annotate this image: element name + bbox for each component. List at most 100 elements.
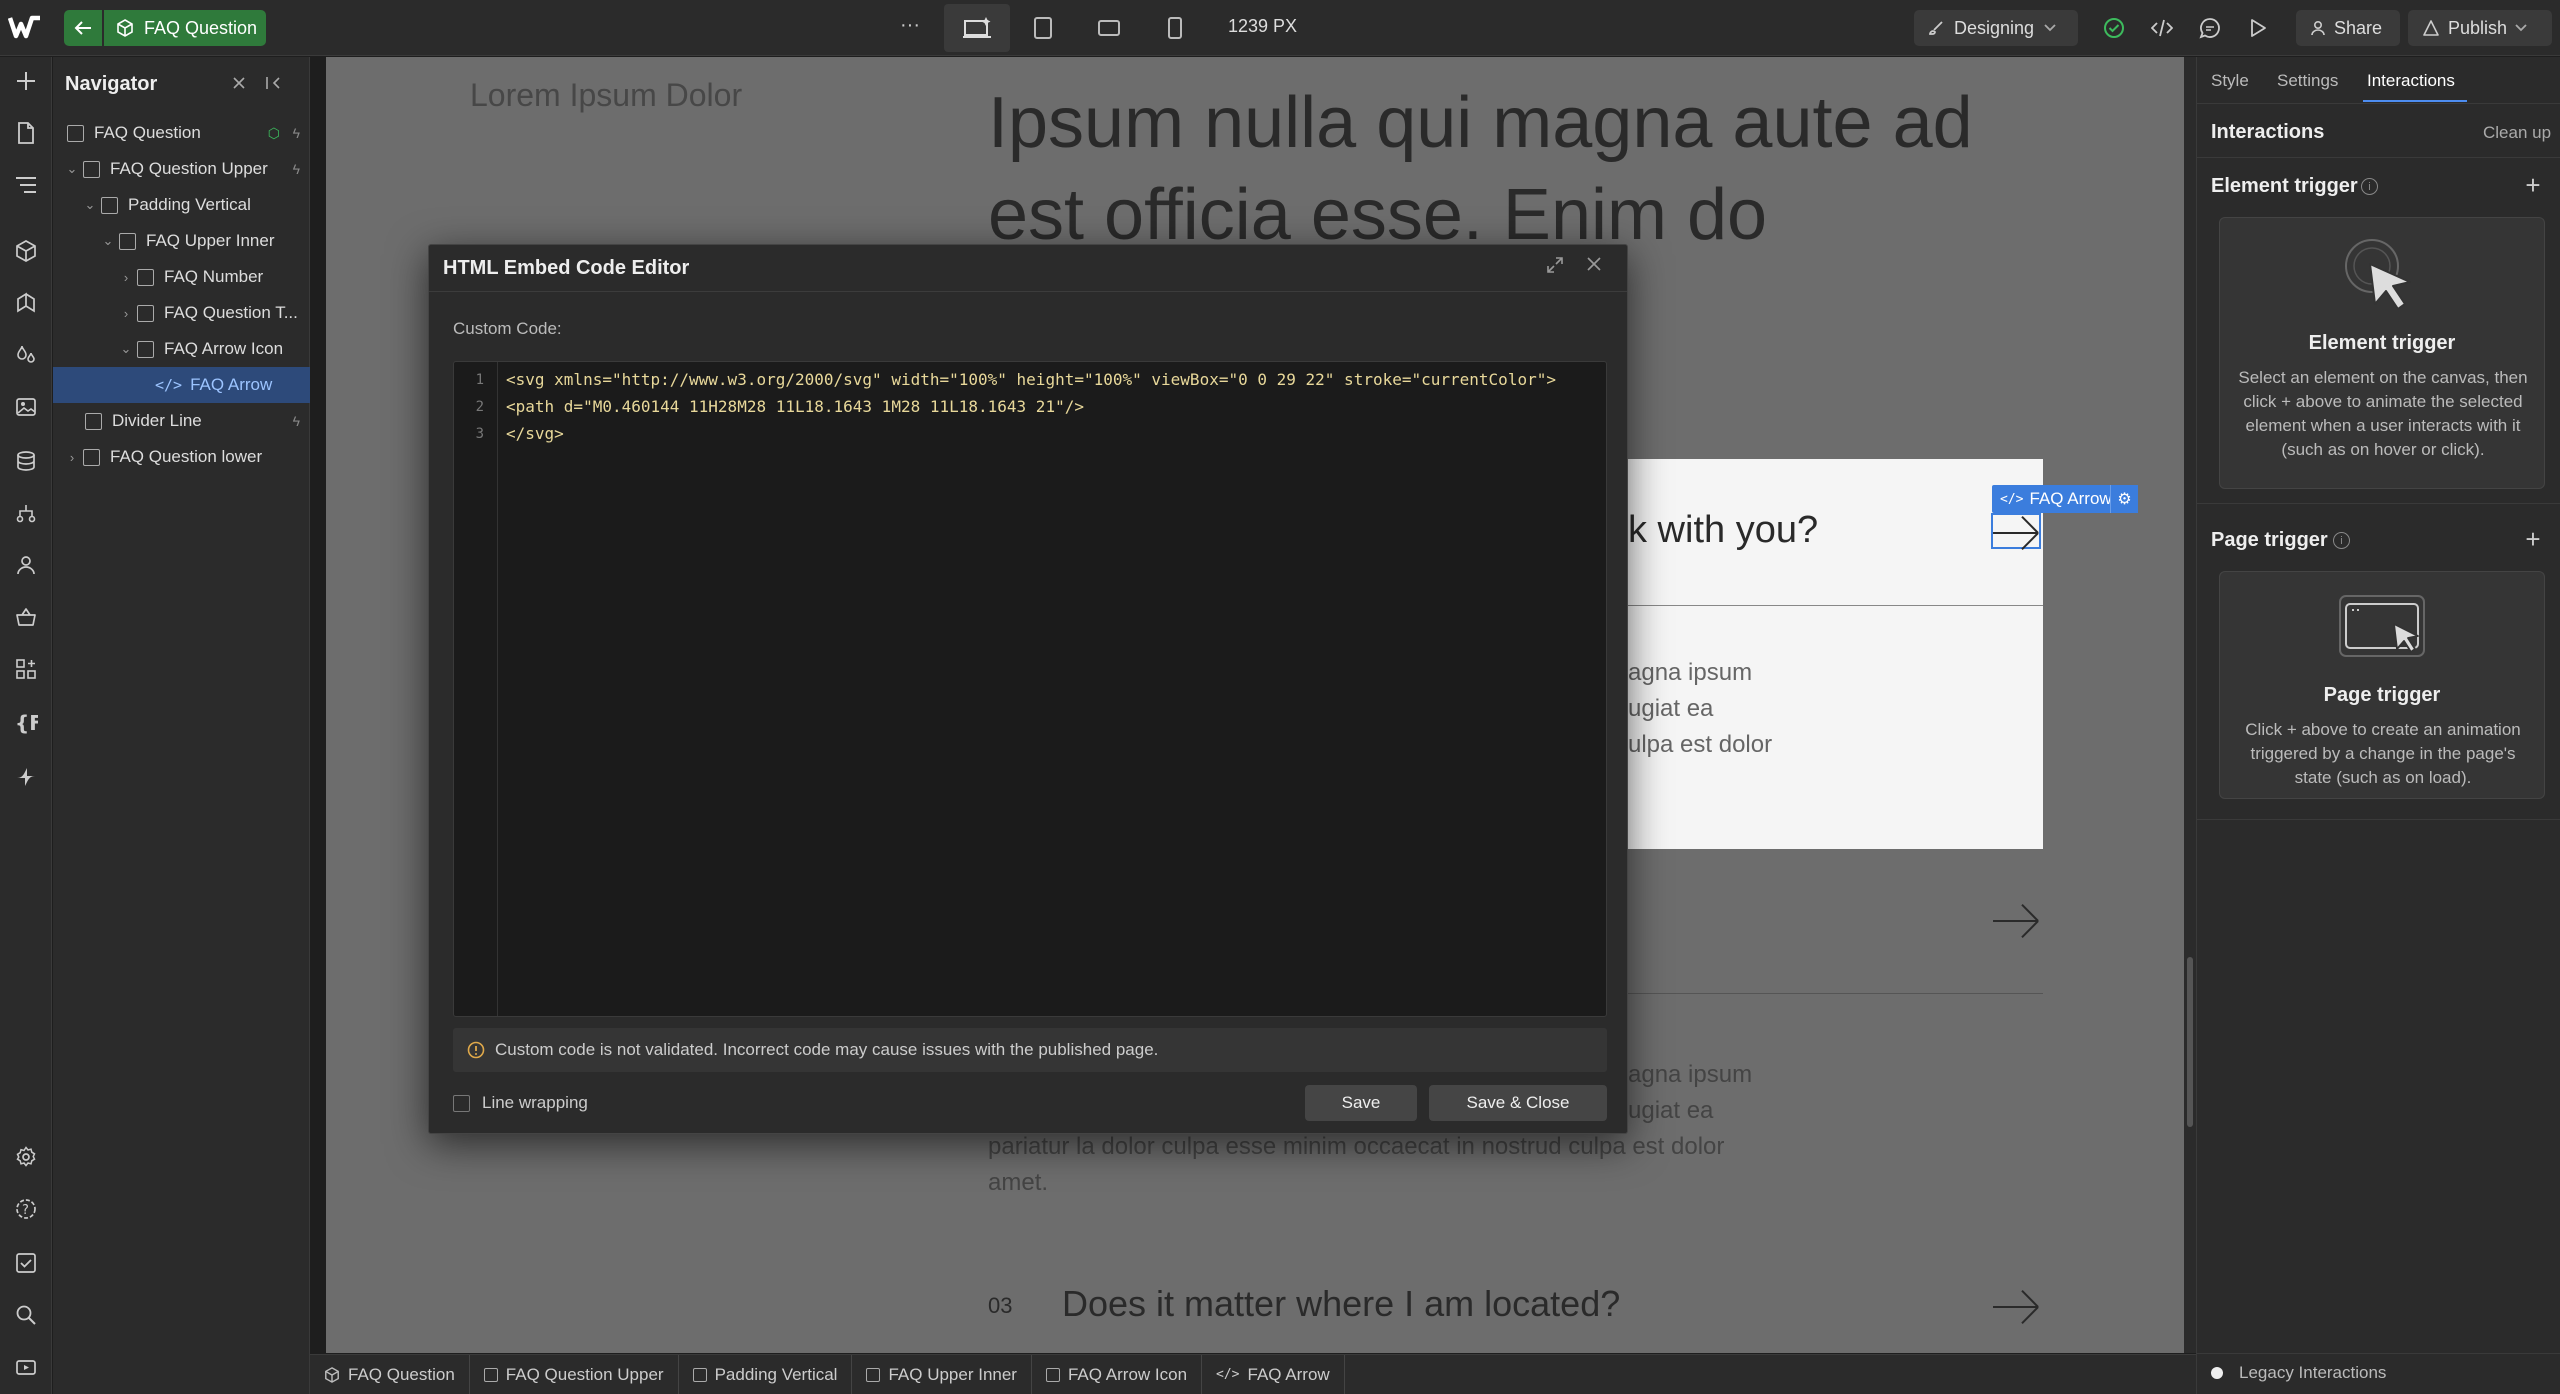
navigator-button[interactable]	[8, 167, 44, 203]
faq-card-answer[interactable]: agna ipsum ugiat ea ulpa est dolor	[1628, 655, 1772, 763]
nav-item-faq-upper-inner[interactable]: ⌄ FAQ Upper Inner	[53, 223, 310, 259]
cms-button[interactable]	[8, 443, 44, 479]
faq-arrow-icon[interactable]	[1990, 903, 2042, 939]
ecommerce-button[interactable]	[8, 599, 44, 635]
faq-number[interactable]: 03	[988, 1293, 1012, 1319]
nav-item-faq-question-lower[interactable]: › FAQ Question lower	[53, 439, 310, 475]
faq-arrow-icon[interactable]	[1990, 515, 2042, 551]
code-line[interactable]: <svg xmlns="http://www.w3.org/2000/svg" …	[506, 370, 1556, 389]
html-embed-dialog: HTML Embed Code Editor Custom Code: 1 2 …	[428, 244, 1628, 1134]
code-editor[interactable]: 1 2 3 <svg xmlns="http://www.w3.org/2000…	[453, 361, 1607, 1017]
components-button[interactable]	[8, 233, 44, 269]
chevron-right-icon: ›	[69, 449, 75, 465]
nav-item-faq-arrow-icon[interactable]: ⌄ FAQ Arrow Icon	[53, 331, 310, 367]
line-wrapping-toggle[interactable]: Line wrapping	[453, 1093, 588, 1113]
legacy-interactions-toggle[interactable]: Legacy Interactions	[2211, 1363, 2386, 1383]
landscape-breakpoint-button[interactable]	[1076, 4, 1142, 52]
desktop-breakpoint-button[interactable]	[944, 4, 1010, 52]
nav-item-padding-vertical[interactable]: ⌄ Padding Vertical	[53, 187, 310, 223]
tab-settings[interactable]: Settings	[2277, 71, 2338, 91]
back-button[interactable]	[64, 10, 102, 46]
style-selectors-button[interactable]	[8, 337, 44, 373]
add-element-trigger-button[interactable]: +	[2519, 170, 2547, 200]
save-and-close-button[interactable]: Save & Close	[1429, 1085, 1607, 1121]
nav-item-divider-line[interactable]: Divider Line ϟ	[53, 403, 310, 439]
breadcrumb-item[interactable]: FAQ Arrow Icon	[1032, 1354, 1203, 1394]
logic-button[interactable]	[8, 495, 44, 531]
comments-button[interactable]	[2194, 12, 2226, 44]
nav-item-label: FAQ Arrow	[190, 375, 273, 394]
help-button[interactable]: ?	[8, 1191, 44, 1227]
line-wrapping-checkbox[interactable]	[453, 1094, 470, 1112]
nav-item-faq-question-text[interactable]: › FAQ Question T...	[53, 295, 310, 331]
top-bar: FAQ Question ··· 1239 PX Designing Share…	[0, 0, 2560, 56]
breadcrumb-label: FAQ Upper Inner	[888, 1364, 1017, 1384]
search-button[interactable]	[8, 1297, 44, 1333]
scrollbar-thumb[interactable]	[2187, 957, 2193, 1127]
close-button[interactable]	[1585, 255, 1613, 283]
faq-card-question[interactable]: k with you?	[1628, 509, 1818, 552]
webflow-logo-icon[interactable]	[8, 12, 42, 42]
apps-button[interactable]	[8, 651, 44, 687]
canvas-lorem-label[interactable]: Lorem Ipsum Dolor	[470, 77, 742, 114]
settings-button[interactable]	[8, 1139, 44, 1175]
code-line[interactable]: <path d="M0.460144 11H28M28 11L18.1643 1…	[506, 397, 1084, 416]
more-options-button[interactable]: ···	[900, 14, 920, 37]
tablet-icon	[1034, 17, 1052, 39]
tablet-breakpoint-button[interactable]	[1010, 4, 1076, 52]
code-line[interactable]: </svg>	[506, 424, 564, 443]
collapse-all-button[interactable]	[231, 75, 247, 91]
chevron-right-icon: ›	[123, 305, 129, 321]
breadcrumb-item[interactable]: FAQ Upper Inner	[852, 1354, 1032, 1394]
breadcrumb-item[interactable]: FAQ Question Upper	[470, 1354, 679, 1394]
warning-icon	[467, 1041, 485, 1059]
nav-item-faq-arrow[interactable]: </> FAQ Arrow	[53, 367, 310, 403]
tab-style[interactable]: Style	[2211, 71, 2249, 91]
variables-icon	[17, 292, 35, 313]
active-tab-indicator	[2363, 100, 2467, 102]
info-icon[interactable]: i	[2361, 178, 2378, 195]
portrait-breakpoint-button[interactable]	[1142, 4, 1208, 52]
nav-item-faq-number[interactable]: › FAQ Number	[53, 259, 310, 295]
tab-interactions[interactable]: Interactions	[2367, 71, 2455, 91]
answer-line: ugiat ea	[1628, 695, 1714, 722]
faq-question-text[interactable]: Does it matter where I am located?	[1062, 1283, 1620, 1325]
close-panel-button[interactable]	[265, 75, 283, 91]
audit-button[interactable]	[8, 1245, 44, 1281]
chevron-down-icon	[2515, 24, 2527, 32]
badge-label: FAQ Arrow	[2029, 489, 2112, 508]
svg-text:{F: {F	[15, 711, 38, 735]
nav-item-label: FAQ Number	[164, 267, 264, 286]
breadcrumb-item[interactable]: Padding Vertical	[679, 1354, 853, 1394]
relume-button[interactable]	[8, 759, 44, 795]
clean-up-button[interactable]: Clean up	[2483, 123, 2551, 143]
expand-button[interactable]	[1545, 255, 1573, 283]
pages-button[interactable]	[8, 115, 44, 151]
canvas-scrollbar[interactable]	[2184, 57, 2196, 1353]
assets-button[interactable]	[8, 389, 44, 425]
component-pill[interactable]: FAQ Question	[104, 10, 266, 46]
breadcrumb-item[interactable]: </> FAQ Arrow	[1202, 1354, 1345, 1394]
info-icon[interactable]: i	[2333, 532, 2350, 549]
selected-element-badge[interactable]: </> FAQ Arrow	[1992, 485, 2120, 513]
save-button[interactable]: Save	[1305, 1085, 1417, 1121]
finsweet-button[interactable]: {F	[8, 705, 44, 741]
box-icon	[483, 1367, 498, 1382]
code-view-button[interactable]	[2146, 12, 2178, 44]
element-settings-button[interactable]: ⚙	[2110, 485, 2138, 513]
users-button[interactable]	[8, 547, 44, 583]
add-elements-button[interactable]	[8, 63, 44, 99]
add-page-trigger-button[interactable]: +	[2519, 524, 2547, 554]
preview-button[interactable]	[2242, 12, 2274, 44]
share-button[interactable]: Share	[2296, 10, 2400, 46]
nav-item-faq-question-upper[interactable]: ⌄ FAQ Question Upper ϟ	[53, 151, 310, 187]
variables-button[interactable]	[8, 285, 44, 321]
faq-arrow-icon[interactable]	[1990, 1289, 2042, 1325]
status-check-button[interactable]	[2098, 12, 2130, 44]
nav-item-faq-question[interactable]: FAQ Question ⬡ ϟ	[53, 115, 310, 151]
mode-dropdown[interactable]: Designing	[1914, 10, 2078, 46]
breadcrumb-item[interactable]: FAQ Question	[310, 1354, 470, 1394]
canvas-heading[interactable]: Ipsum nulla qui magna aute ad est offici…	[988, 77, 2088, 261]
video-tutorials-button[interactable]	[8, 1349, 44, 1385]
publish-button[interactable]: Publish	[2408, 10, 2552, 46]
